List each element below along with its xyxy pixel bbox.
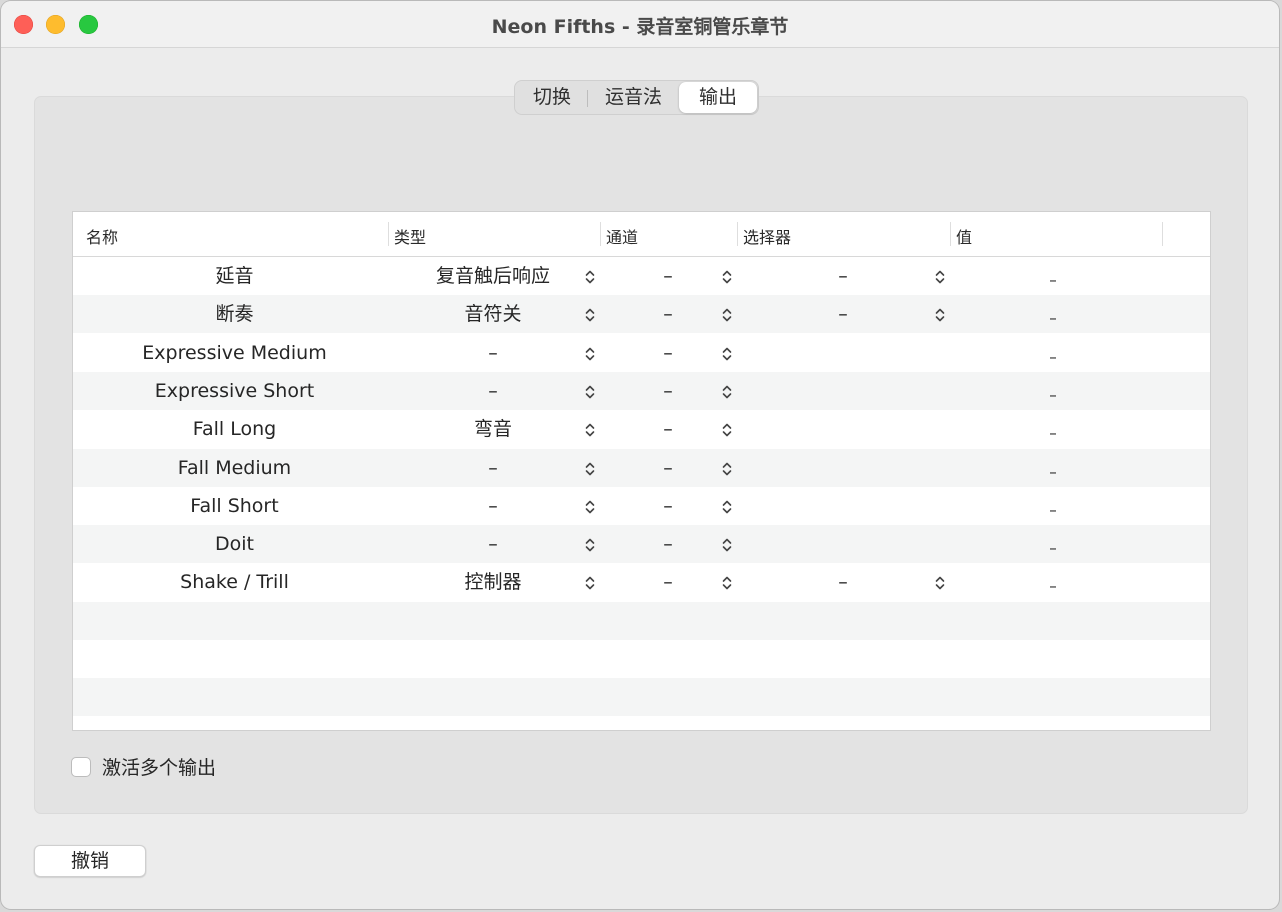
- row-value[interactable]: –: [1028, 563, 1078, 601]
- type-stepper-icon[interactable]: [584, 383, 596, 399]
- type-stepper-icon[interactable]: [584, 498, 596, 514]
- row-type-value[interactable]: –: [388, 334, 598, 372]
- row-name: 断奏: [215, 303, 254, 326]
- row-type-value[interactable]: –: [388, 487, 598, 525]
- type-stepper-icon[interactable]: [584, 345, 596, 361]
- tab-output[interactable]: 输出: [679, 82, 758, 113]
- row-channel-value[interactable]: –: [643, 257, 693, 295]
- row-name: 延音: [215, 265, 254, 287]
- table-row[interactable]: Expressive Medium – – –: [73, 334, 1210, 372]
- window: Neon Fifths - 录音室铜管乐章节 切换 运音法 输出 名称 类型 通…: [1, 1, 1279, 909]
- type-stepper-icon[interactable]: [584, 268, 596, 284]
- row-value[interactable]: –: [1028, 295, 1078, 333]
- multiple-outputs-option[interactable]: 激活多个输出: [71, 753, 216, 780]
- channel-stepper-icon[interactable]: [721, 498, 733, 514]
- type-stepper-icon[interactable]: [584, 574, 596, 590]
- row-value[interactable]: –: [1028, 449, 1078, 487]
- channel-stepper-icon[interactable]: [721, 574, 733, 590]
- table-row[interactable]: Shake / Trill 控制器 – – –: [73, 563, 1210, 601]
- channel-stepper-icon[interactable]: [721, 306, 733, 322]
- column-divider: [600, 222, 601, 246]
- channel-stepper-icon[interactable]: [721, 345, 733, 361]
- row-type-value[interactable]: –: [388, 525, 598, 563]
- channel-stepper-icon[interactable]: [721, 421, 733, 437]
- tab-articulation[interactable]: 运音法: [588, 82, 679, 113]
- selector-stepper-icon[interactable]: [934, 268, 946, 284]
- row-channel-value[interactable]: –: [643, 334, 693, 372]
- table-row[interactable]: Fall Medium – – –: [73, 448, 1210, 487]
- row-name: Shake / Trill: [180, 571, 289, 594]
- multiple-outputs-checkbox[interactable]: [71, 756, 91, 777]
- table-row[interactable]: 延音 复音触后响应 – – –: [73, 257, 1210, 295]
- row-value[interactable]: –: [1028, 487, 1078, 525]
- table-row[interactable]: Fall Short – – –: [73, 487, 1210, 525]
- column-header-selector[interactable]: 选择器: [743, 224, 791, 248]
- row-channel-value[interactable]: –: [643, 372, 693, 410]
- row-name: Doit: [215, 533, 254, 556]
- table-row[interactable]: Expressive Short – – –: [73, 371, 1210, 410]
- row-value[interactable]: –: [1028, 410, 1078, 448]
- table-row: [73, 678, 1210, 717]
- table-row[interactable]: 断奏 音符关 – – –: [73, 295, 1210, 334]
- tab-bar: 切换 运音法 输出: [514, 80, 760, 115]
- table-row: [73, 640, 1210, 678]
- row-channel-value[interactable]: –: [643, 525, 693, 563]
- row-name: Expressive Medium: [142, 341, 327, 364]
- row-name: Fall Medium: [177, 456, 292, 479]
- table-row: [73, 601, 1210, 640]
- row-value[interactable]: –: [1028, 334, 1078, 372]
- row-channel-value[interactable]: –: [643, 295, 693, 333]
- row-name: Expressive Short: [154, 379, 315, 402]
- channel-stepper-icon[interactable]: [721, 268, 733, 284]
- type-stepper-icon[interactable]: [584, 536, 596, 552]
- channel-stepper-icon[interactable]: [721, 460, 733, 476]
- column-divider: [1162, 222, 1163, 246]
- window-title: Neon Fifths - 录音室铜管乐章节: [491, 16, 789, 38]
- type-stepper-icon[interactable]: [584, 306, 596, 322]
- row-channel-value[interactable]: –: [643, 563, 693, 601]
- multiple-outputs-label: 激活多个输出: [102, 757, 217, 779]
- row-value[interactable]: –: [1028, 257, 1078, 295]
- type-stepper-icon[interactable]: [584, 460, 596, 476]
- row-type-value[interactable]: –: [388, 449, 598, 487]
- row-type-value[interactable]: 音符关: [388, 295, 598, 333]
- row-type-value[interactable]: 控制器: [388, 563, 598, 601]
- column-header-channel[interactable]: 通道: [606, 224, 638, 248]
- column-divider: [737, 222, 738, 246]
- title-bar: Neon Fifths - 录音室铜管乐章节: [1, 1, 1279, 48]
- column-divider: [950, 222, 951, 246]
- output-table: 名称 类型 通道 选择器 值 延音 复音触后响应 – – – 断奏 音符关 – – – Expres…: [72, 211, 1211, 731]
- row-value[interactable]: –: [1028, 372, 1078, 410]
- row-selector-value[interactable]: –: [818, 563, 868, 601]
- row-channel-value[interactable]: –: [643, 449, 693, 487]
- row-type-value[interactable]: 复音触后响应: [388, 257, 598, 295]
- row-channel-value[interactable]: –: [643, 487, 693, 525]
- column-header-name[interactable]: 名称: [86, 224, 118, 248]
- row-value[interactable]: –: [1028, 525, 1078, 563]
- selector-stepper-icon[interactable]: [934, 306, 946, 322]
- row-selector-value[interactable]: –: [818, 257, 868, 295]
- row-type-value[interactable]: –: [388, 372, 598, 410]
- row-selector-value[interactable]: –: [818, 295, 868, 333]
- selector-stepper-icon[interactable]: [934, 574, 946, 590]
- channel-stepper-icon[interactable]: [721, 536, 733, 552]
- column-header-type[interactable]: 类型: [394, 224, 426, 248]
- row-type-value[interactable]: 弯音: [388, 410, 598, 448]
- row-channel-value[interactable]: –: [643, 410, 693, 448]
- cancel-button[interactable]: 撤销: [34, 845, 146, 877]
- column-header-value[interactable]: 值: [956, 224, 972, 248]
- type-stepper-icon[interactable]: [584, 421, 596, 437]
- table-header: 名称 类型 通道 选择器 值: [73, 212, 1210, 257]
- row-name: Fall Long: [192, 418, 277, 441]
- column-divider: [388, 222, 389, 246]
- table-row[interactable]: Fall Long 弯音 – –: [73, 410, 1210, 448]
- channel-stepper-icon[interactable]: [721, 383, 733, 399]
- tab-switch[interactable]: 切换: [516, 82, 589, 113]
- table-row[interactable]: Doit – – –: [73, 525, 1210, 564]
- row-name: Fall Short: [190, 494, 279, 517]
